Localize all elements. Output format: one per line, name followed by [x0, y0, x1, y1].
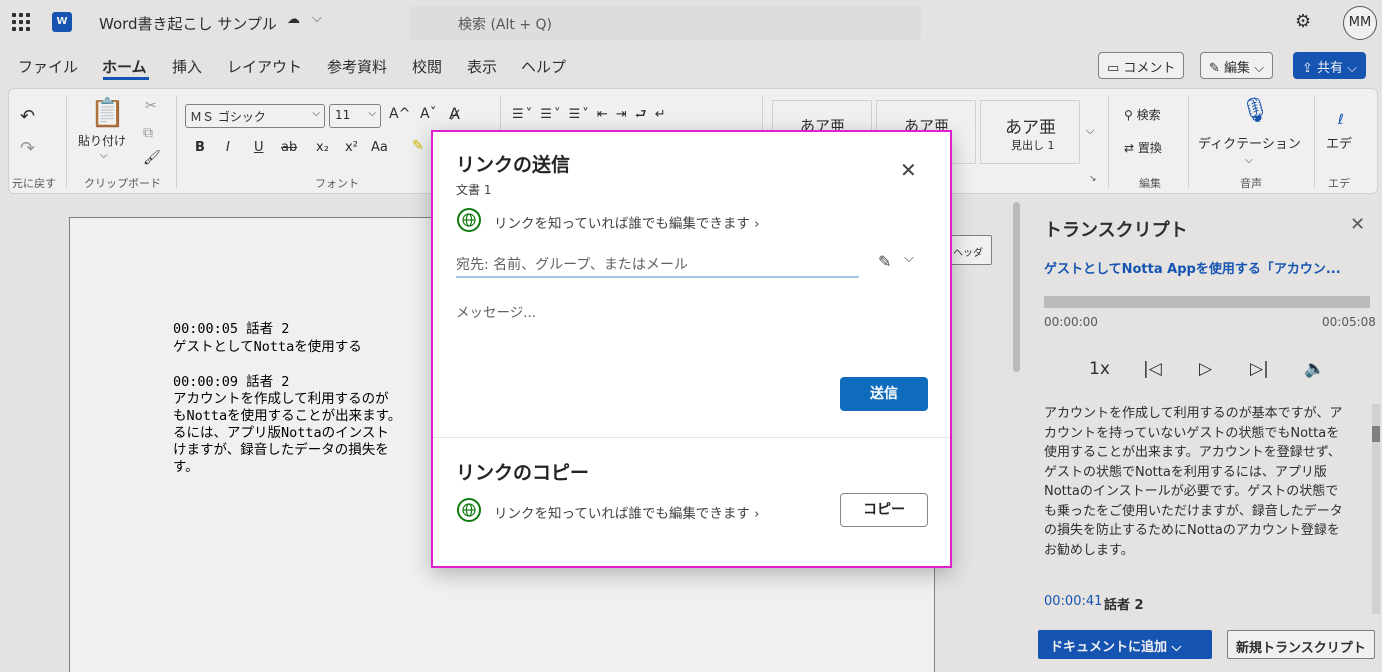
chevron-right-icon: › [754, 506, 760, 522]
dialog-title: リンクの送信 [456, 154, 571, 176]
copy-link-title: リンクのコピー [456, 462, 590, 484]
chevron-down-icon[interactable]: ⌵ [904, 251, 914, 266]
pencil-icon[interactable]: ✎ [878, 252, 891, 271]
copy-button[interactable]: コピー [840, 493, 928, 527]
close-icon[interactable]: ✕ [900, 158, 917, 182]
globe-icon [457, 208, 481, 232]
globe-icon [457, 498, 481, 522]
send-button[interactable]: 送信 [840, 377, 928, 411]
dialog-divider [433, 437, 950, 438]
dialog-subtitle: 文書 1 [456, 183, 492, 197]
link-permission-setting[interactable]: リンクを知っていれば誰でも編集できます › [494, 212, 760, 232]
chevron-right-icon: › [754, 216, 760, 232]
recipient-placeholder: 宛先: 名前、グループ、またはメール [456, 257, 688, 273]
permission-label: リンクを知っていれば誰でも編集できます [494, 506, 750, 522]
message-input[interactable]: メッセージ... [456, 301, 536, 321]
permission-label: リンクを知っていれば誰でも編集できます [494, 216, 750, 232]
copy-link-permission-setting[interactable]: リンクを知っていれば誰でも編集できます › [494, 502, 760, 522]
